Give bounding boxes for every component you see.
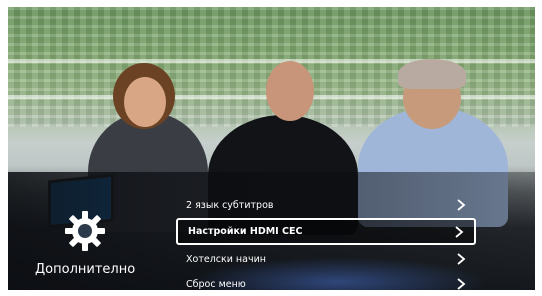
menu-item-label: Настройки HDMI CEC <box>188 226 303 237</box>
menu-item-label: 2 язык субтитров <box>186 200 274 211</box>
gear-icon <box>65 211 105 251</box>
presenter-right-hair <box>398 59 466 89</box>
menu-item-hdmi-cec-settings[interactable]: Настройки HDMI CEC <box>176 218 476 245</box>
chevron-right-icon <box>457 278 466 290</box>
presenter-left-face <box>124 77 166 127</box>
presenter-center-face <box>266 61 314 121</box>
chevron-right-icon <box>457 199 466 211</box>
menu-item-subtitle-language-2[interactable]: 2 язык субтитров <box>176 193 476 219</box>
menu-item-reset-menu[interactable]: Сброс меню <box>176 272 476 290</box>
menu-item-label: Хотелски начин <box>186 254 266 265</box>
menu-item-hotel-mode[interactable]: Хотелски начин <box>176 247 476 273</box>
chevron-right-icon <box>457 253 466 265</box>
menu-item-label: Сброс меню <box>186 279 246 290</box>
section-title: Дополнително <box>35 262 136 277</box>
chevron-right-icon <box>455 226 464 238</box>
